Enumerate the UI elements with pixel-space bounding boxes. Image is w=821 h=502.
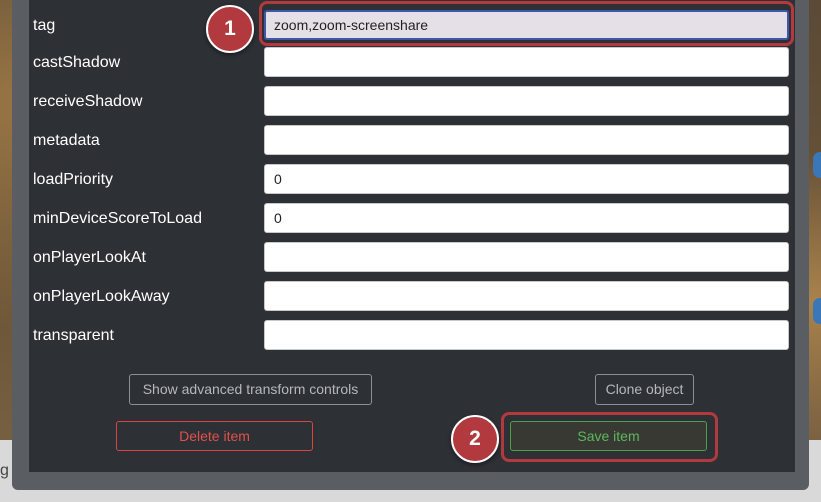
mindevicescoretoload-input[interactable] — [264, 203, 789, 233]
background-marker — [813, 298, 821, 324]
tag-field-highlight — [259, 1, 794, 46]
field-row-onplayerlookat: onPlayerLookAt — [29, 242, 795, 274]
transparent-input[interactable] — [264, 320, 789, 350]
background-text: g — [0, 462, 9, 479]
step-badge-2: 2 — [451, 415, 499, 463]
field-label: onPlayerLookAt — [33, 249, 146, 266]
receiveshadow-input[interactable] — [264, 86, 789, 116]
clone-object-button[interactable]: Clone object — [595, 374, 694, 405]
field-row-receiveshadow: receiveShadow — [29, 86, 795, 118]
field-label: tag — [33, 17, 56, 34]
field-label: castShadow — [33, 54, 121, 71]
loadpriority-input[interactable] — [264, 164, 789, 194]
field-row-metadata: metadata — [29, 125, 795, 157]
field-row-loadpriority: loadPriority — [29, 164, 795, 196]
castshadow-input[interactable] — [264, 47, 789, 77]
onplayerlookat-input[interactable] — [264, 242, 789, 272]
delete-item-button[interactable]: Delete item — [116, 421, 313, 451]
field-label: receiveShadow — [33, 93, 143, 110]
field-row-transparent: transparent — [29, 320, 795, 352]
background-marker — [813, 152, 821, 178]
field-label: transparent — [33, 327, 114, 344]
metadata-input[interactable] — [264, 125, 789, 155]
show-advanced-transform-button[interactable]: Show advanced transform controls — [129, 374, 372, 405]
step-badge-1: 1 — [206, 5, 254, 53]
field-label: metadata — [33, 132, 100, 149]
field-label: minDeviceScoreToLoad — [33, 210, 202, 227]
onplayerlookaway-input[interactable] — [264, 281, 789, 311]
save-item-button[interactable]: Save item — [510, 421, 707, 451]
field-row-castshadow: castShadow — [29, 47, 795, 79]
field-row-onplayerlookaway: onPlayerLookAway — [29, 281, 795, 313]
edit-item-modal: tag castShadow receiveShadow metadata lo… — [29, 0, 795, 472]
field-row-mindevicescoretoload: minDeviceScoreToLoad — [29, 203, 795, 235]
field-label: loadPriority — [33, 171, 114, 188]
field-label: onPlayerLookAway — [33, 288, 170, 305]
